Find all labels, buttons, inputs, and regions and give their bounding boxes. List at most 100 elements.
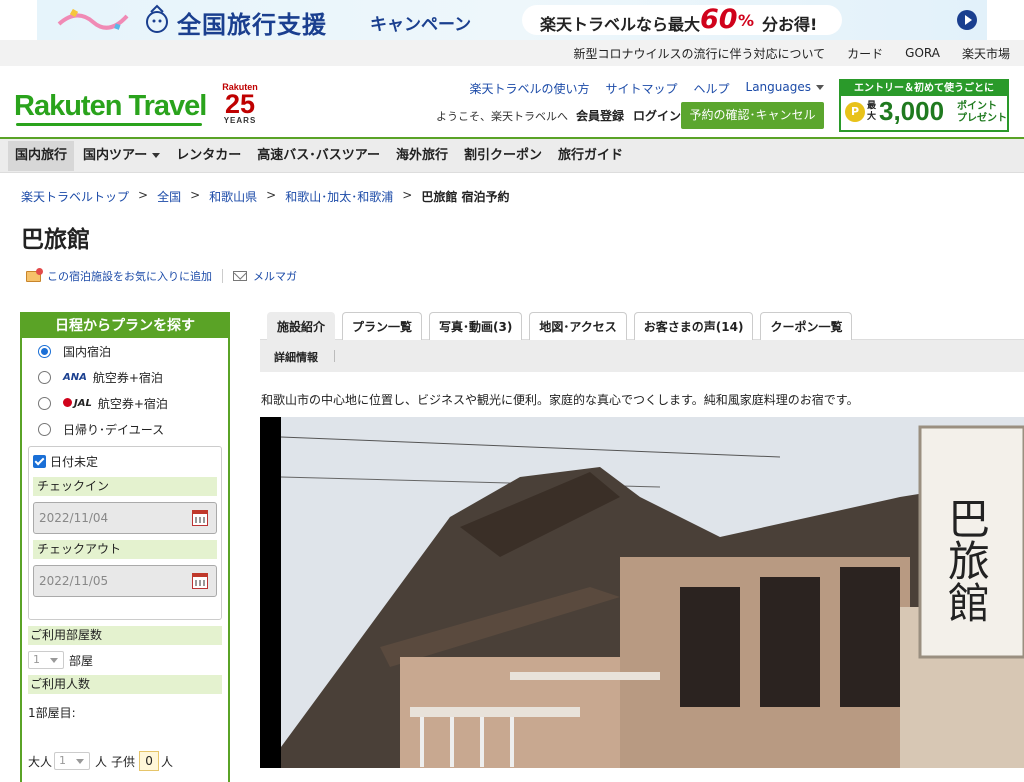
checkin-date-input[interactable]: 2022/11/04 bbox=[33, 502, 217, 534]
breadcrumb-separator: > bbox=[266, 188, 277, 202]
promo-points-line2: プレゼント bbox=[957, 113, 1007, 124]
languages-dropdown[interactable]: Languages bbox=[746, 80, 824, 97]
hotel-building-image: 巴旅館 bbox=[260, 417, 1024, 768]
welcome-text: ようこそ、楽天トラベルへ bbox=[436, 110, 568, 123]
nav-label: 国内ツアー bbox=[83, 147, 148, 163]
promo-points-line1: ポイント bbox=[957, 101, 997, 112]
calendar-icon[interactable] bbox=[192, 510, 208, 526]
util-link-card[interactable]: カード bbox=[847, 45, 883, 62]
checkin-label: チェックイン bbox=[33, 477, 217, 496]
nav-coupon[interactable]: 割引クーポン bbox=[457, 141, 549, 171]
main-nav: 国内旅行 国内ツアー レンタカー 高速バス･バスツアー 海外旅行 割引クーポン … bbox=[0, 139, 1024, 173]
banner-offer-suffix: 分お得! bbox=[762, 15, 818, 34]
tab-reviews[interactable]: お客さまの声(14) bbox=[633, 312, 754, 340]
subtab-details[interactable]: 詳細情報 bbox=[274, 349, 318, 365]
sidebar-header: 日程からプランを探す bbox=[22, 314, 228, 338]
util-link-covid[interactable]: 新型コロナウイルスの流行に伴う対応について bbox=[574, 45, 826, 62]
banner-offer-prefix: 楽天トラベルなら最大 bbox=[540, 15, 701, 34]
option-domestic-stay[interactable]: 国内宿泊 bbox=[22, 338, 228, 364]
link-help[interactable]: ヘルプ bbox=[694, 80, 730, 97]
checkbox-label: 日付未定 bbox=[50, 454, 99, 469]
date-undecided-checkbox[interactable]: 日付未定 bbox=[33, 451, 217, 471]
util-link-ichiba[interactable]: 楽天市場 bbox=[962, 45, 1010, 62]
plan-search-sidebar: 日程からプランを探す 国内宿泊 ANA 航空券+宿泊 JAL 航空券+宿泊 日帰… bbox=[20, 312, 230, 782]
promo-amount: 3,000 bbox=[879, 96, 945, 126]
breadcrumb-separator: > bbox=[402, 188, 413, 202]
years-label: YEARS bbox=[223, 116, 257, 125]
banner-offer-percent-sign: % bbox=[738, 11, 755, 30]
date-selection-box: 日付未定 チェックイン 2022/11/04 チェックアウト 2022/11/0… bbox=[28, 446, 222, 620]
nav-label: 海外旅行 bbox=[396, 147, 449, 163]
tab-photos[interactable]: 写真･動画(3) bbox=[429, 312, 523, 340]
nav-rental-car[interactable]: レンタカー bbox=[169, 141, 248, 171]
radio[interactable] bbox=[38, 396, 51, 410]
years-number: 25 bbox=[224, 89, 256, 119]
option-label: 航空券+宿泊 bbox=[92, 370, 163, 385]
points-promo-banner[interactable]: エントリー＆初めて使うごとに P 最大 3,000 ポイント プレゼント bbox=[839, 79, 1009, 132]
calendar-icon[interactable] bbox=[192, 573, 208, 589]
nav-overseas[interactable]: 海外旅行 bbox=[389, 141, 455, 171]
ribbon-decoration-icon bbox=[57, 8, 129, 30]
hotel-description: 和歌山市の中心地に位置し、ビジネスや観光に便利。家庭的な真心でつくします。純和風… bbox=[261, 393, 859, 407]
option-day-use[interactable]: 日帰り･デイユース bbox=[22, 416, 228, 442]
adults-unit: 人 bbox=[95, 754, 108, 769]
tab-plan-list[interactable]: プラン一覧 bbox=[342, 312, 423, 340]
option-label: 国内宿泊 bbox=[63, 344, 112, 359]
link-sitemap[interactable]: サイトマップ bbox=[605, 80, 677, 97]
children-unit: 人 bbox=[161, 754, 174, 769]
add-favorite-link[interactable]: この宿泊施設をお気に入りに追加 bbox=[47, 268, 212, 284]
breadcrumb-top[interactable]: 楽天トラベルトップ bbox=[21, 188, 129, 205]
chevron-down-icon bbox=[152, 152, 161, 158]
nav-bus[interactable]: 高速バス･バスツアー bbox=[250, 141, 387, 171]
utility-bar: 新型コロナウイルスの流行に伴う対応について カード GORA 楽天市場 bbox=[0, 40, 1024, 66]
mascot-icon bbox=[146, 4, 168, 33]
nav-label: レンタカー bbox=[176, 147, 242, 163]
sub-tabs: 詳細情報 bbox=[260, 340, 1024, 372]
nav-guide[interactable]: 旅行ガイド bbox=[551, 141, 630, 171]
divider bbox=[222, 269, 223, 283]
hotel-main-photo[interactable]: 巴旅館 bbox=[260, 417, 1024, 768]
banner-subtitle: キャンペーン bbox=[370, 15, 472, 35]
option-ana-flight-stay[interactable]: ANA 航空券+宿泊 bbox=[22, 364, 228, 390]
mailmag-link[interactable]: メルマガ bbox=[253, 268, 297, 284]
breadcrumb-separator: > bbox=[190, 188, 201, 202]
breadcrumb-area[interactable]: 和歌山･加太･和歌浦 bbox=[285, 188, 393, 205]
photo-sign-text: 巴旅館 bbox=[942, 497, 991, 623]
rakuten-travel-logo[interactable]: Rakuten Travel bbox=[14, 90, 207, 126]
header-links: 楽天トラベルの使い方 サイトマップ ヘルプ Languages bbox=[453, 80, 824, 97]
login-link[interactable]: ログイン bbox=[633, 107, 681, 124]
nav-label: 割引クーポン bbox=[464, 147, 543, 163]
divider bbox=[334, 350, 335, 362]
children-count[interactable]: 0 bbox=[139, 751, 160, 771]
member-register-link[interactable]: 会員登録 bbox=[576, 107, 624, 124]
nav-label: 旅行ガイド bbox=[558, 147, 624, 163]
link-how-to-use[interactable]: 楽天トラベルの使い方 bbox=[469, 80, 589, 97]
radio[interactable] bbox=[38, 370, 51, 384]
tab-map-access[interactable]: 地図･アクセス bbox=[529, 312, 627, 340]
breadcrumb-national[interactable]: 全国 bbox=[157, 188, 181, 205]
tab-facility-info[interactable]: 施設紹介 bbox=[267, 312, 336, 340]
option-jal-flight-stay[interactable]: JAL 航空券+宿泊 bbox=[22, 390, 228, 416]
hotel-tabs: 施設紹介 プラン一覧 写真･動画(3) 地図･アクセス お客さまの声(14) ク… bbox=[260, 312, 1024, 340]
checkbox-checked[interactable] bbox=[33, 454, 46, 468]
tab-coupons[interactable]: クーポン一覧 bbox=[760, 312, 853, 340]
site-header: Rakuten Travel Rakuten 25 YEARS 楽天トラベルの使… bbox=[0, 66, 1024, 139]
play-icon[interactable] bbox=[957, 10, 977, 30]
rooms-unit: 部屋 bbox=[69, 653, 94, 668]
nav-domestic-tour[interactable]: 国内ツアー bbox=[76, 141, 167, 171]
rooms-select[interactable]: 1 bbox=[28, 651, 64, 669]
checkout-date-input[interactable]: 2022/11/05 bbox=[33, 565, 217, 597]
radio-selected[interactable] bbox=[38, 344, 51, 358]
radio[interactable] bbox=[38, 422, 51, 436]
util-link-gora[interactable]: GORA bbox=[905, 46, 940, 60]
guests-label: ご利用人数 bbox=[28, 675, 222, 694]
reservation-check-button[interactable]: 予約の確認･キャンセル bbox=[681, 102, 824, 129]
nav-domestic-travel[interactable]: 国内旅行 bbox=[8, 140, 75, 171]
breadcrumb-current: 巴旅館 宿泊予約 bbox=[421, 190, 510, 204]
campaign-banner[interactable]: 全国旅行支援 キャンペーン 楽天トラベルなら最大 60 % 分お得! bbox=[37, 0, 987, 40]
breadcrumb-prefecture[interactable]: 和歌山県 bbox=[209, 188, 257, 205]
option-label: 航空券+宿泊 bbox=[97, 396, 168, 411]
campaign-banner-area: 全国旅行支援 キャンペーン 楽天トラベルなら最大 60 % 分お得! bbox=[0, 0, 1024, 40]
option-label: 日帰り･デイユース bbox=[63, 422, 165, 437]
adults-select[interactable]: 1 bbox=[54, 752, 91, 770]
